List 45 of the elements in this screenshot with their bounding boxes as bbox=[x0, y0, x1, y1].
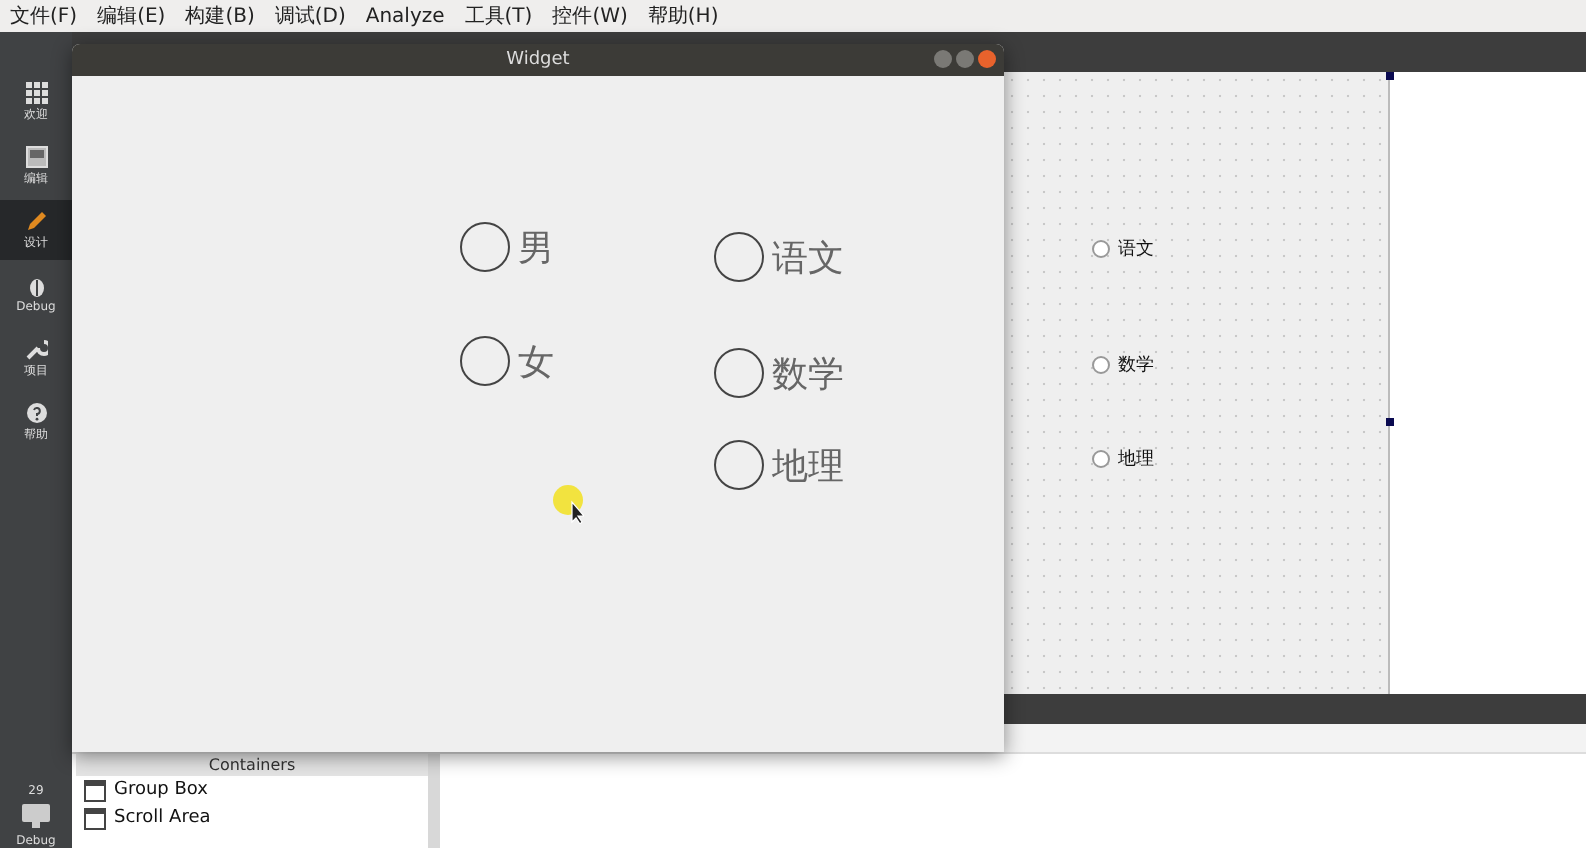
radio-label: 语文 bbox=[1118, 237, 1154, 262]
radio-button[interactable] bbox=[714, 440, 764, 490]
widget-list-item[interactable]: Group Box bbox=[76, 776, 428, 804]
menu-item[interactable]: 工具(T) bbox=[464, 2, 533, 30]
group-box-icon bbox=[84, 779, 106, 801]
radio-button[interactable] bbox=[714, 348, 764, 398]
pencil-icon bbox=[25, 209, 47, 231]
help-icon bbox=[25, 401, 47, 423]
radio-label: 语文 bbox=[772, 235, 844, 281]
radio-label: 男 bbox=[518, 225, 554, 271]
minimize-button[interactable] bbox=[934, 50, 952, 68]
window-title: Widget bbox=[506, 50, 570, 70]
menu-item[interactable]: 控件(W) bbox=[552, 2, 628, 30]
menu-item[interactable]: 编辑(E) bbox=[97, 2, 166, 30]
bug-icon bbox=[25, 275, 47, 297]
menu-item[interactable]: Analyze bbox=[365, 5, 445, 27]
menu-item[interactable]: 帮助(H) bbox=[647, 2, 719, 30]
menu-item[interactable]: 调试(D) bbox=[274, 2, 346, 30]
category-header[interactable]: Containers bbox=[76, 754, 428, 776]
maximize-button[interactable] bbox=[956, 50, 974, 68]
widget-name: Group Box bbox=[114, 780, 208, 800]
menu-item[interactable]: 文件(F) bbox=[10, 2, 78, 30]
radio-label: 数学 bbox=[772, 351, 844, 397]
radio-label: 女 bbox=[518, 339, 554, 385]
radio-button[interactable] bbox=[460, 336, 510, 386]
scroll-area-icon bbox=[84, 807, 106, 829]
cursor-icon bbox=[552, 484, 584, 524]
menu-item[interactable]: 构建(B) bbox=[185, 2, 255, 30]
resize-handle[interactable] bbox=[1386, 72, 1394, 80]
radio-label: 数学 bbox=[1118, 353, 1154, 378]
radio-label: 地理 bbox=[1118, 447, 1154, 472]
radio-button[interactable] bbox=[1092, 356, 1110, 374]
widget-list-item[interactable]: Scroll Area bbox=[76, 804, 428, 832]
radio-button[interactable] bbox=[1092, 450, 1110, 468]
radio-label: 地理 bbox=[772, 443, 844, 489]
radio-button[interactable] bbox=[460, 222, 510, 272]
radio-button[interactable] bbox=[1092, 240, 1110, 258]
resize-handle[interactable] bbox=[1386, 418, 1394, 426]
wrench-icon bbox=[25, 337, 47, 359]
grid-icon bbox=[25, 81, 47, 103]
close-button[interactable] bbox=[978, 50, 996, 68]
monitor-icon[interactable] bbox=[20, 802, 52, 830]
document-icon bbox=[25, 145, 47, 167]
widget-name: Scroll Area bbox=[114, 808, 211, 828]
radio-button[interactable] bbox=[714, 232, 764, 282]
